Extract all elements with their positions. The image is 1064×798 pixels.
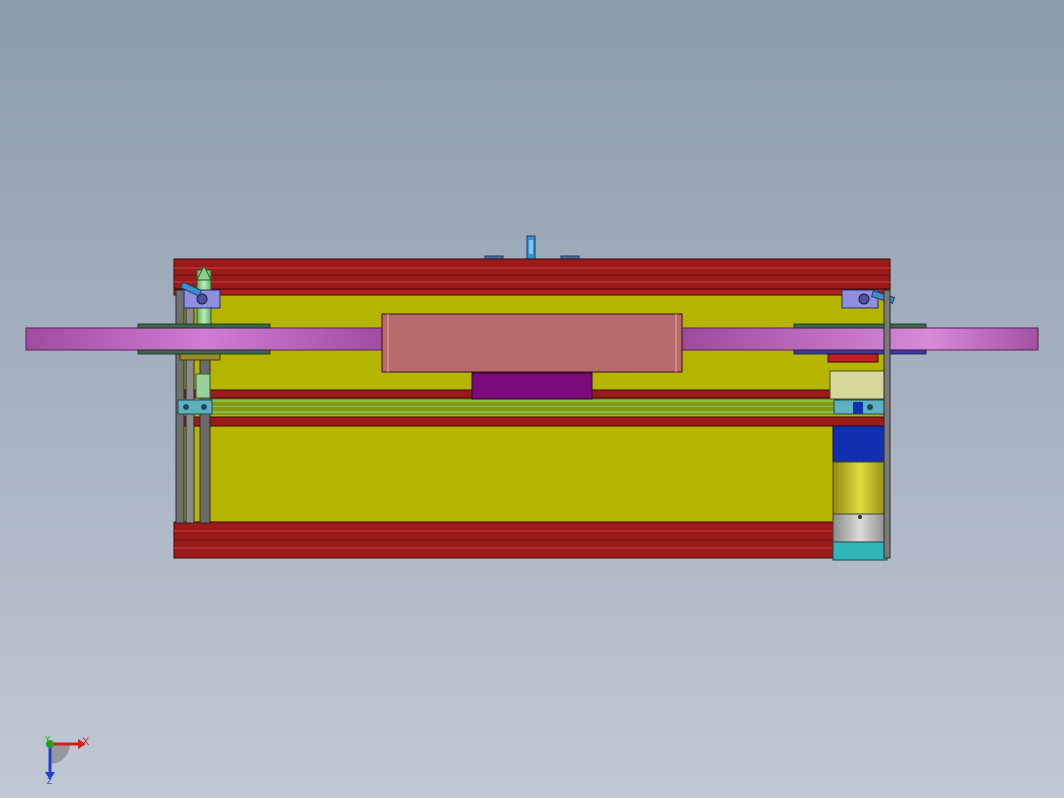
axis-triad[interactable]: X Y Z [38,732,102,788]
top-frame[interactable] [173,258,891,296]
drive-motor[interactable] [827,353,891,561]
x-axis-label: X [82,736,90,748]
bottom-frame[interactable] [173,521,891,559]
right-column[interactable] [883,289,891,559]
y-axis-label: Y [45,735,51,744]
z-axis-label: Z [47,777,52,786]
top-studs[interactable] [484,235,580,262]
guide-rails[interactable] [199,398,841,415]
graphics-viewport[interactable] [0,0,1064,798]
